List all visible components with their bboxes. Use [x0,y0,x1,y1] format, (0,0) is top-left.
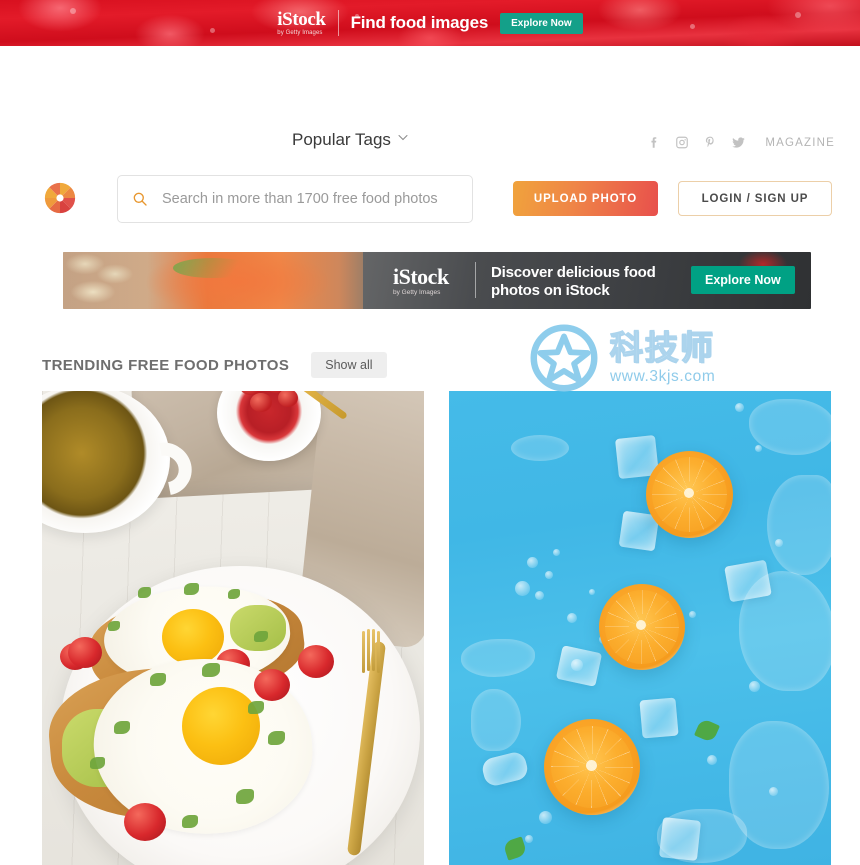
search-bar[interactable] [117,175,473,223]
search-input[interactable] [162,191,458,207]
watermark-url: www.3kjs.com [610,368,716,386]
page-title: TRENDING FREE FOOD PHOTOS [42,356,290,374]
instagram-icon[interactable] [675,135,689,150]
banner-istock-logo: iStock by Getty Images [393,266,449,297]
chevron-down-icon [398,134,408,143]
photo-card-oranges-on-blue[interactable] [449,391,831,865]
search-icon [132,191,148,207]
site-logo[interactable] [42,180,78,216]
banner-explore-now-button[interactable]: Explore Now [691,266,795,294]
orange-half-bottom [544,719,640,815]
popular-tags-dropdown[interactable]: Popular Tags [292,130,408,150]
top-ad-brand-tagline: by Getty Images [277,30,323,36]
top-istock-ad-banner[interactable]: iStock by Getty Images Find food images … [0,0,860,46]
top-navigation: Popular Tags MAGAZINE [0,130,860,162]
istock-banner-ad[interactable]: iStock by Getty Images Discover deliciou… [63,252,811,309]
star-circle-icon [528,322,600,394]
camera-aperture-icon [44,182,76,214]
top-ad-brand-name: iStock [277,9,326,30]
orange-half-middle [599,584,685,670]
trending-section-header: TRENDING FREE FOOD PHOTOS Show all [42,352,387,378]
upload-photo-button[interactable]: UPLOAD PHOTO [513,181,658,216]
site-watermark: 科技师 www.3kjs.com [528,318,763,398]
facebook-icon[interactable] [647,135,661,150]
page-root: iStock by Getty Images Find food images … [0,0,860,865]
photo-oranges-on-blue [449,391,831,865]
banner-brand-name: iStock [393,264,449,289]
twitter-icon[interactable] [731,135,746,150]
login-signup-button[interactable]: LOGIN / SIGN UP [678,181,832,216]
popular-tags-label: Popular Tags [292,130,391,149]
top-ad-istock-logo: iStock by Getty Images [277,9,326,36]
photo-grid [42,391,832,865]
photo-eggs-on-toast [42,391,424,865]
pinterest-icon[interactable] [703,135,717,150]
banner-divider [475,262,476,298]
top-ad-divider [337,10,339,36]
photo-card-eggs-on-toast[interactable] [42,391,424,865]
social-links: MAGAZINE [647,135,835,150]
watermark-chinese-text: 科技师 [609,329,715,367]
orange-half-top [646,451,733,538]
watermark-text: 科技师 www.3kjs.com [609,329,716,386]
magazine-link[interactable]: MAGAZINE [765,137,835,149]
show-all-button[interactable]: Show all [311,352,387,378]
banner-brand-tagline: by Getty Images [393,289,441,296]
top-ad-explore-now-button[interactable]: Explore Now [500,12,583,34]
top-ad-headline: Find food images [350,13,489,32]
